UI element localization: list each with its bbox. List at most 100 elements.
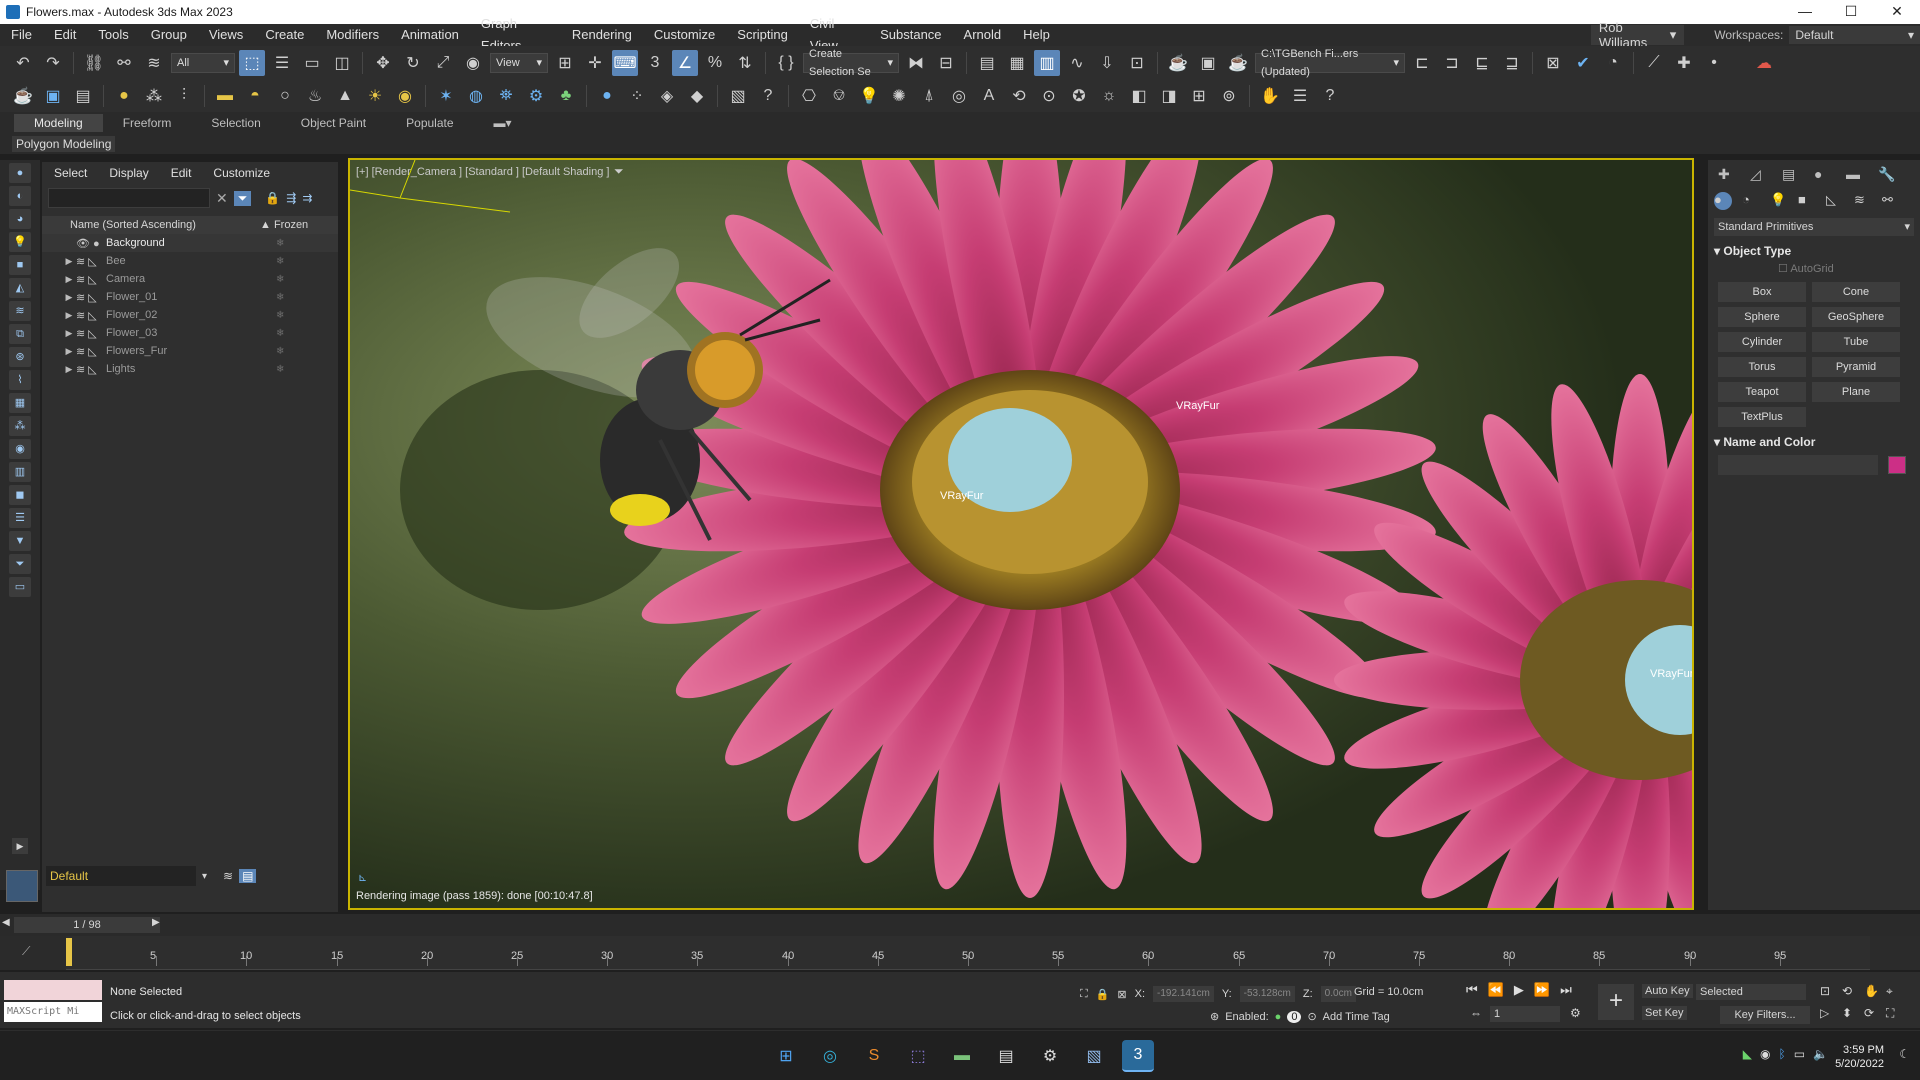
list-item[interactable]: ▶ ≋ ◺ Camera ❄ xyxy=(42,270,338,288)
vray-ambient-icon[interactable]: ◉ xyxy=(392,83,418,109)
project-folder-dropdown[interactable]: C:\TGBench Fi...ers (Updated) ▾ xyxy=(1255,48,1405,78)
tab-populate[interactable]: Populate xyxy=(386,114,473,132)
list-item[interactable]: ▶ ≋ ◺ Flowers_Fur ❄ xyxy=(42,342,338,360)
z-coordinate-field[interactable]: 0.0cm xyxy=(1320,986,1356,1002)
scripting-icon[interactable]: ✋ xyxy=(1257,83,1283,109)
object-type-rollout-header[interactable]: ▾ Object Type xyxy=(1714,242,1914,260)
list-item[interactable]: ▶ ≋ ◺ Bee ❄ xyxy=(42,252,338,270)
expand-arrow-icon[interactable]: ▶ xyxy=(12,838,28,854)
display-geometry-icon[interactable]: ◐ xyxy=(9,186,31,206)
render-production-icon[interactable]: ☕ xyxy=(1225,50,1251,76)
sphere-button[interactable]: Sphere xyxy=(1718,307,1806,327)
expand-arrow-icon[interactable]: ▶ xyxy=(62,292,76,303)
layer-icon[interactable]: ≋ ◺ xyxy=(76,363,106,376)
vray-teapot-icon[interactable]: ☕ xyxy=(10,83,36,109)
current-frame-field[interactable]: 1 xyxy=(1490,1006,1560,1022)
next-key-icon[interactable]: ⏩ xyxy=(1534,982,1550,998)
undo-icon[interactable]: ↶ xyxy=(10,50,36,76)
menu-file[interactable]: File xyxy=(0,24,43,46)
expand-arrow-icon[interactable]: ▶ xyxy=(62,328,76,339)
zoom-extents-icon[interactable]: ⊡ xyxy=(1820,984,1830,998)
maximize-button[interactable]: ☐ xyxy=(1828,0,1874,24)
mirror-icon[interactable]: ⧓ xyxy=(903,50,929,76)
display-cameras-icon[interactable]: ■ xyxy=(9,255,31,275)
open-project-icon[interactable]: ⊏ xyxy=(1409,50,1435,76)
dolly-icon[interactable]: ⬍ xyxy=(1842,1006,1852,1020)
utilities-tab-icon[interactable]: 🔧 xyxy=(1878,166,1898,184)
select-manipulate-icon[interactable]: ✛ xyxy=(582,50,608,76)
scale-icon[interactable]: ⤢ xyxy=(430,50,456,76)
frozen-icon[interactable]: ❄ xyxy=(276,310,284,321)
listener-icon[interactable]: ☰ xyxy=(1287,83,1313,109)
viewport-icon[interactable]: ⊚ xyxy=(1216,83,1242,109)
name-color-rollout-header[interactable]: ▾ Name and Color xyxy=(1714,433,1914,451)
object-color-swatch[interactable] xyxy=(1888,456,1906,474)
menu-tools[interactable]: Tools xyxy=(87,24,139,46)
rotate-icon[interactable]: ↻ xyxy=(400,50,426,76)
angle-snap-icon[interactable]: ∠ xyxy=(672,50,698,76)
maxscript-listener[interactable]: MAXScript Mi xyxy=(4,980,102,1024)
explorer-menu-edit[interactable]: Edit xyxy=(171,166,192,180)
vray-sun-icon[interactable]: ☀ xyxy=(362,83,388,109)
edit-named-selection-icon[interactable]: { } xyxy=(773,50,799,76)
geometry-icon[interactable]: ● xyxy=(1714,192,1732,210)
cone-button[interactable]: Cone xyxy=(1812,282,1900,302)
check-icon[interactable]: ✔ xyxy=(1570,50,1596,76)
set-project-icon[interactable]: ⊒ xyxy=(1499,50,1525,76)
asset-library-icon[interactable]: ⊠ xyxy=(1540,50,1566,76)
tube-button[interactable]: Tube xyxy=(1812,332,1900,352)
frozen-icon[interactable]: ❄ xyxy=(276,328,284,339)
light-group-icon[interactable]: ⁂ xyxy=(141,83,167,109)
viewport-label[interactable]: [+] [Render_Camera ] [Standard ] [Defaul… xyxy=(356,166,609,178)
cylinder-button[interactable]: Cylinder xyxy=(1718,332,1806,352)
list-item[interactable]: ▶ ≋ ◺ Flower_01 ❄ xyxy=(42,288,338,306)
layer-icon[interactable]: ≋ ◺ xyxy=(76,327,106,340)
roll-icon[interactable]: ⟳ xyxy=(1864,1006,1874,1020)
percent-snap-icon[interactable]: % xyxy=(702,50,728,76)
modify-tab-icon[interactable]: ◿ xyxy=(1750,166,1770,184)
column-name-header[interactable]: Name (Sorted Ascending) xyxy=(42,219,252,231)
cosmos-icon[interactable]: ◆ xyxy=(684,83,710,109)
y-coordinate-field[interactable]: -53.128cm xyxy=(1239,986,1295,1002)
system-clock[interactable]: 3:59 PM 5/20/2022 xyxy=(1835,1043,1884,1071)
spinner-snap-icon[interactable]: ⇅ xyxy=(732,50,758,76)
grid-icon[interactable]: ⊞ xyxy=(1186,83,1212,109)
edge-icon[interactable]: ◎ xyxy=(814,1040,846,1072)
place-icon[interactable]: ◉ xyxy=(460,50,486,76)
light-lister-icon[interactable]: ● xyxy=(111,83,137,109)
column-frozen-header[interactable]: ▲ Frozen xyxy=(252,219,308,231)
expand-arrow-icon[interactable]: ▶ xyxy=(62,364,76,375)
x-coordinate-field[interactable]: -192.141cm xyxy=(1153,986,1214,1002)
display-tab-icon[interactable]: ▬ xyxy=(1846,166,1866,184)
previous-frame-icon[interactable]: ◀ xyxy=(2,917,10,928)
display-hidden-icon[interactable]: ◉ xyxy=(9,439,31,459)
menu-create[interactable]: Create xyxy=(254,24,315,46)
camera-icon[interactable]: ⎔ xyxy=(796,83,822,109)
move-icon[interactable]: ✥ xyxy=(370,50,396,76)
expand-arrow-icon[interactable]: ▶ xyxy=(62,256,76,267)
menu-group[interactable]: Group xyxy=(140,24,198,46)
maximize-viewport-icon[interactable]: ⛶ xyxy=(1886,1006,1894,1021)
explorer-menu-customize[interactable]: Customize xyxy=(213,166,270,180)
explorer-menu-display[interactable]: Display xyxy=(109,166,148,180)
key-filters-button[interactable]: Key Filters... xyxy=(1720,1006,1810,1024)
named-selection-set-dropdown[interactable]: Create Selection Se ▾ xyxy=(803,48,899,78)
link-icon[interactable]: ⛓ xyxy=(81,50,107,76)
pivot-center-icon[interactable]: ⊞ xyxy=(552,50,578,76)
3dsmax-taskbar-icon[interactable]: 3 xyxy=(1122,1040,1154,1072)
sublime-icon[interactable]: S xyxy=(858,1040,890,1072)
rectangular-selection-icon[interactable]: ▭ xyxy=(299,50,325,76)
layer-icon[interactable]: ≋ ◺ xyxy=(76,273,106,286)
benchmark-icon[interactable]: ▤ xyxy=(990,1040,1022,1072)
toggle-ribbon-icon[interactable]: ▥ xyxy=(1034,50,1060,76)
render-setup-icon[interactable]: ☕ xyxy=(1165,50,1191,76)
tab-freeform[interactable]: Freeform xyxy=(103,114,192,132)
menu-customize[interactable]: Customize xyxy=(643,24,726,46)
set-key-button[interactable]: Set Key xyxy=(1642,1006,1687,1020)
display-none-icon[interactable]: ● xyxy=(9,163,31,183)
spot-light-icon[interactable]: ⍋ xyxy=(916,83,942,109)
menu-help[interactable]: Help xyxy=(1012,24,1061,46)
environment-icon[interactable]: ⊙ xyxy=(1036,83,1062,109)
layer-sort-icon[interactable]: ⇉ xyxy=(302,191,312,205)
bind-space-warp-icon[interactable]: ≋ xyxy=(141,50,167,76)
